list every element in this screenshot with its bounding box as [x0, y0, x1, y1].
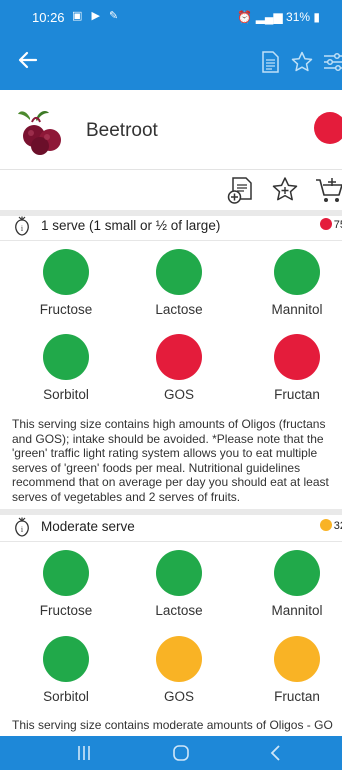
alarm-icon: ⏰ [237, 10, 253, 24]
grams-rating-dot [319, 218, 332, 230]
nutrient-label: Lactose [155, 603, 203, 618]
nutrient-cell: Fructan [247, 334, 342, 414]
food-name: Beetroot [86, 120, 158, 141]
status-bar: 10:26 ▣ ▶ ✎ ⏰ ▂▄▆ 31% ▮ [0, 0, 342, 34]
serve-grams: 75 [319, 218, 342, 231]
serve-label: Moderate serve [41, 519, 135, 534]
nutrient-cell: GOS [129, 334, 229, 414]
nutrient-cell: Fructose [16, 249, 116, 329]
home-icon[interactable] [171, 744, 191, 762]
grams-rating-dot [319, 519, 332, 531]
star-icon[interactable] [290, 50, 314, 74]
nutrient-label: GOS [163, 689, 194, 704]
overall-rating-dot [314, 112, 342, 144]
nav-back-icon[interactable] [266, 744, 286, 762]
status-right: ⏰ ▂▄▆ 31% ▮ [237, 10, 320, 24]
nutrient-label: Fructan [274, 689, 320, 704]
system-nav-bar [0, 736, 342, 770]
action-toolbar [0, 170, 342, 210]
serve-description: This serving size contains moderate amou… [12, 718, 333, 732]
signal-icon: ▂▄▆ [255, 10, 283, 24]
rating-dot [156, 636, 202, 682]
rating-dot [156, 334, 202, 380]
back-arrow-icon[interactable] [16, 48, 44, 76]
app-bar [0, 34, 342, 90]
nutrient-label: Lactose [155, 302, 203, 317]
rating-dot [156, 550, 202, 596]
svg-text:i: i [21, 224, 24, 233]
nutrient-label: Fructose [39, 302, 93, 317]
nutrient-label: Fructose [39, 603, 93, 618]
serve-description: This serving size contains high amounts … [12, 417, 329, 504]
rating-dot [43, 550, 89, 596]
nutrient-cell: Fructose [16, 550, 116, 630]
status-time: 10:26 [32, 10, 65, 25]
rating-dot [274, 249, 320, 295]
nutrient-label: GOS [163, 387, 194, 402]
add-to-cart-icon[interactable] [314, 175, 342, 205]
battery-percent: 31% [286, 10, 311, 24]
add-to-diary-icon[interactable] [226, 175, 256, 205]
nutrient-label: Mannitol [271, 302, 323, 317]
grams-value: 75 [333, 219, 342, 231]
rating-dot [43, 334, 89, 380]
nutrient-label: Fructan [274, 387, 320, 402]
nutrient-label: Mannitol [271, 603, 323, 618]
nutrient-label: Sorbitol [43, 387, 89, 402]
nutrient-cell: Sorbitol [16, 334, 116, 414]
document-icon[interactable] [258, 50, 282, 74]
nutrient-cell: Lactose [129, 249, 229, 329]
rating-dot [274, 334, 320, 380]
add-favourite-star-icon[interactable] [270, 175, 300, 205]
rating-dot [274, 636, 320, 682]
beetroot-serve-icon: i [12, 216, 32, 236]
battery-icon: ▮ [313, 10, 320, 24]
grams-value: 32 [333, 520, 342, 532]
serve-header-1: i 1 serve (1 small or ½ of large) 75 [0, 211, 342, 241]
nutrient-cell: Lactose [129, 550, 229, 630]
serve-header-2: i Moderate serve 32 [0, 512, 342, 542]
nutrient-label: Sorbitol [43, 689, 89, 704]
serve-label: 1 serve (1 small or ½ of large) [41, 218, 221, 233]
beetroot-serve-icon: i [12, 517, 32, 537]
nutrient-cell: Mannitol [247, 550, 342, 630]
rating-dot [43, 249, 89, 295]
rating-dot [274, 550, 320, 596]
serve-grams: 32 [319, 519, 342, 532]
filter-sliders-icon[interactable] [322, 50, 342, 74]
svg-text:i: i [21, 525, 24, 534]
beetroot-image [12, 108, 76, 156]
recent-apps-icon[interactable] [74, 744, 94, 762]
nutrient-cell: Mannitol [247, 249, 342, 329]
rating-dot [156, 249, 202, 295]
nutrient-cell: GOS [129, 636, 229, 716]
nutrient-cell: Fructan [247, 636, 342, 716]
food-header: Beetroot [0, 90, 342, 170]
notification-icons: ▣ ▶ ✎ [72, 10, 122, 22]
nutrient-cell: Sorbitol [16, 636, 116, 716]
rating-dot [43, 636, 89, 682]
